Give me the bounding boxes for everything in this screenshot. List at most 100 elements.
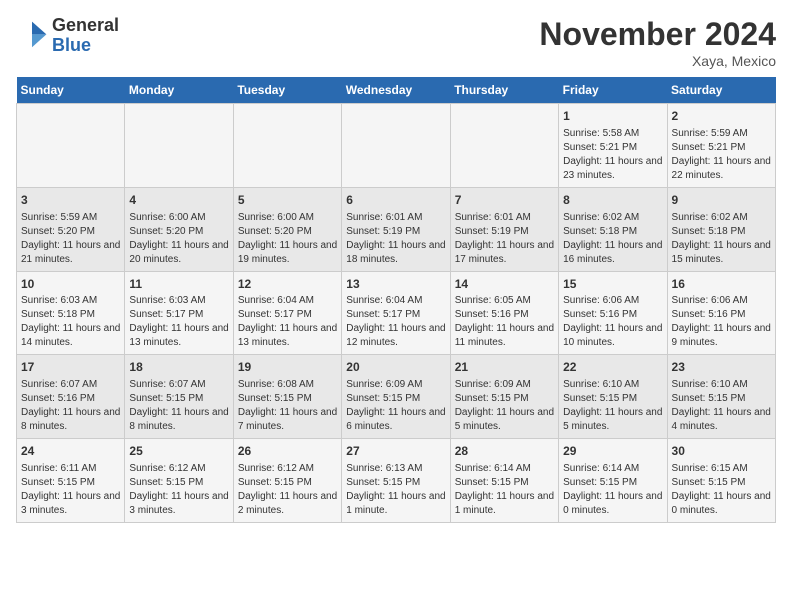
day-content: Sunrise: 6:01 AM Sunset: 5:19 PM Dayligh… [346,211,445,267]
day-content: Sunrise: 6:03 AM Sunset: 5:17 PM Dayligh… [129,294,228,350]
calendar-cell: 22 Sunrise: 6:10 AM Sunset: 5:15 PM Dayli… [559,355,667,439]
calendar-cell [450,104,558,188]
day-content: Sunrise: 6:01 AM Sunset: 5:19 PM Dayligh… [455,211,554,267]
logo: General Blue [16,16,119,56]
day-number: 8 [563,192,662,209]
day-content: Sunrise: 5:58 AM Sunset: 5:21 PM Dayligh… [563,127,662,183]
day-number: 26 [238,443,337,460]
calendar-cell [17,104,125,188]
calendar-cell: 23 Sunrise: 6:10 AM Sunset: 5:15 PM Dayli… [667,355,775,439]
day-number: 7 [455,192,554,209]
calendar-cell: 12Sunrise: 6:04 AM Sunset: 5:17 PM Dayli… [233,271,341,355]
calendar-cell [125,104,233,188]
day-content: Sunrise: 6:09 AM Sunset: 5:15 PM Dayligh… [346,378,445,434]
day-content: Sunrise: 6:05 AM Sunset: 5:16 PM Dayligh… [455,294,554,350]
day-content: Sunrise: 5:59 AM Sunset: 5:21 PM Dayligh… [672,127,771,183]
calendar-cell: 29Sunrise: 6:14 AM Sunset: 5:15 PM Dayli… [559,439,667,523]
day-number: 17 [21,359,120,376]
location: Xaya, Mexico [539,53,776,69]
calendar-cell: 19 Sunrise: 6:08 AM Sunset: 5:15 PM Dayli… [233,355,341,439]
calendar-cell: 30Sunrise: 6:15 AM Sunset: 5:15 PM Dayli… [667,439,775,523]
day-number: 22 [563,359,662,376]
day-content: Sunrise: 6:08 AM Sunset: 5:15 PM Dayligh… [238,378,337,434]
day-number: 16 [672,276,771,293]
day-number: 10 [21,276,120,293]
calendar-cell: 18Sunrise: 6:07 AM Sunset: 5:15 PM Dayli… [125,355,233,439]
day-number: 13 [346,276,445,293]
day-content: Sunrise: 6:00 AM Sunset: 5:20 PM Dayligh… [238,211,337,267]
day-content: Sunrise: 6:04 AM Sunset: 5:17 PM Dayligh… [346,294,445,350]
day-content: Sunrise: 6:10 AM Sunset: 5:15 PM Dayligh… [563,378,662,434]
day-number: 4 [129,192,228,209]
day-number: 12 [238,276,337,293]
calendar-cell: 25 Sunrise: 6:12 AM Sunset: 5:15 PM Dayli… [125,439,233,523]
calendar-table: SundayMondayTuesdayWednesdayThursdayFrid… [16,77,776,523]
logo-icon [16,20,48,52]
calendar-cell: 26Sunrise: 6:12 AM Sunset: 5:15 PM Dayli… [233,439,341,523]
day-number: 9 [672,192,771,209]
calendar-cell: 24 Sunrise: 6:11 AM Sunset: 5:15 PM Dayli… [17,439,125,523]
calendar-cell: 14Sunrise: 6:05 AM Sunset: 5:16 PM Dayli… [450,271,558,355]
day-content: Sunrise: 6:07 AM Sunset: 5:16 PM Dayligh… [21,378,120,434]
weekday-header-saturday: Saturday [667,77,775,104]
day-number: 14 [455,276,554,293]
day-number: 20 [346,359,445,376]
calendar-cell: 2Sunrise: 5:59 AM Sunset: 5:21 PM Daylig… [667,104,775,188]
day-content: Sunrise: 6:12 AM Sunset: 5:15 PM Dayligh… [129,462,228,518]
calendar-week-3: 17 Sunrise: 6:07 AM Sunset: 5:16 PM Dayli… [17,355,776,439]
calendar-cell: 15Sunrise: 6:06 AM Sunset: 5:16 PM Dayli… [559,271,667,355]
day-number: 23 [672,359,771,376]
calendar-cell: 20 Sunrise: 6:09 AM Sunset: 5:15 PM Dayli… [342,355,450,439]
calendar-cell: 28 Sunrise: 6:14 AM Sunset: 5:15 PM Dayli… [450,439,558,523]
month-title: November 2024 [539,16,776,53]
weekday-header-sunday: Sunday [17,77,125,104]
day-number: 25 [129,443,228,460]
logo-blue: Blue [52,35,91,55]
day-content: Sunrise: 6:10 AM Sunset: 5:15 PM Dayligh… [672,378,771,434]
day-number: 24 [21,443,120,460]
day-number: 21 [455,359,554,376]
day-number: 27 [346,443,445,460]
day-content: Sunrise: 6:02 AM Sunset: 5:18 PM Dayligh… [672,211,771,267]
day-number: 28 [455,443,554,460]
day-content: Sunrise: 5:59 AM Sunset: 5:20 PM Dayligh… [21,211,120,267]
day-content: Sunrise: 6:11 AM Sunset: 5:15 PM Dayligh… [21,462,120,518]
day-number: 6 [346,192,445,209]
day-content: Sunrise: 6:04 AM Sunset: 5:17 PM Dayligh… [238,294,337,350]
weekday-header-monday: Monday [125,77,233,104]
day-number: 5 [238,192,337,209]
day-content: Sunrise: 6:13 AM Sunset: 5:15 PM Dayligh… [346,462,445,518]
calendar-week-2: 10Sunrise: 6:03 AM Sunset: 5:18 PM Dayli… [17,271,776,355]
weekday-header-tuesday: Tuesday [233,77,341,104]
day-content: Sunrise: 6:03 AM Sunset: 5:18 PM Dayligh… [21,294,120,350]
calendar-week-1: 3Sunrise: 5:59 AM Sunset: 5:20 PM Daylig… [17,187,776,271]
logo-text: General Blue [52,16,119,56]
calendar-cell: 1Sunrise: 5:58 AM Sunset: 5:21 PM Daylig… [559,104,667,188]
calendar-body: 1Sunrise: 5:58 AM Sunset: 5:21 PM Daylig… [17,104,776,523]
day-content: Sunrise: 6:09 AM Sunset: 5:15 PM Dayligh… [455,378,554,434]
calendar-cell: 9 Sunrise: 6:02 AM Sunset: 5:18 PM Daylig… [667,187,775,271]
day-content: Sunrise: 6:06 AM Sunset: 5:16 PM Dayligh… [563,294,662,350]
calendar-week-4: 24 Sunrise: 6:11 AM Sunset: 5:15 PM Dayli… [17,439,776,523]
calendar-cell: 11Sunrise: 6:03 AM Sunset: 5:17 PM Dayli… [125,271,233,355]
day-content: Sunrise: 6:07 AM Sunset: 5:15 PM Dayligh… [129,378,228,434]
weekday-header-wednesday: Wednesday [342,77,450,104]
calendar-cell: 21 Sunrise: 6:09 AM Sunset: 5:15 PM Dayli… [450,355,558,439]
day-content: Sunrise: 6:14 AM Sunset: 5:15 PM Dayligh… [455,462,554,518]
logo-general: General [52,15,119,35]
weekday-header-friday: Friday [559,77,667,104]
calendar-cell: 7 Sunrise: 6:01 AM Sunset: 5:19 PM Daylig… [450,187,558,271]
day-content: Sunrise: 6:02 AM Sunset: 5:18 PM Dayligh… [563,211,662,267]
day-content: Sunrise: 6:00 AM Sunset: 5:20 PM Dayligh… [129,211,228,267]
calendar-cell [233,104,341,188]
day-number: 29 [563,443,662,460]
day-number: 19 [238,359,337,376]
calendar-cell [342,104,450,188]
calendar-cell: 13Sunrise: 6:04 AM Sunset: 5:17 PM Dayli… [342,271,450,355]
weekday-header-thursday: Thursday [450,77,558,104]
calendar-cell: 4 Sunrise: 6:00 AM Sunset: 5:20 PM Daylig… [125,187,233,271]
day-content: Sunrise: 6:15 AM Sunset: 5:15 PM Dayligh… [672,462,771,518]
title-block: November 2024 Xaya, Mexico [539,16,776,69]
calendar-header: SundayMondayTuesdayWednesdayThursdayFrid… [17,77,776,104]
calendar-cell: 3Sunrise: 5:59 AM Sunset: 5:20 PM Daylig… [17,187,125,271]
